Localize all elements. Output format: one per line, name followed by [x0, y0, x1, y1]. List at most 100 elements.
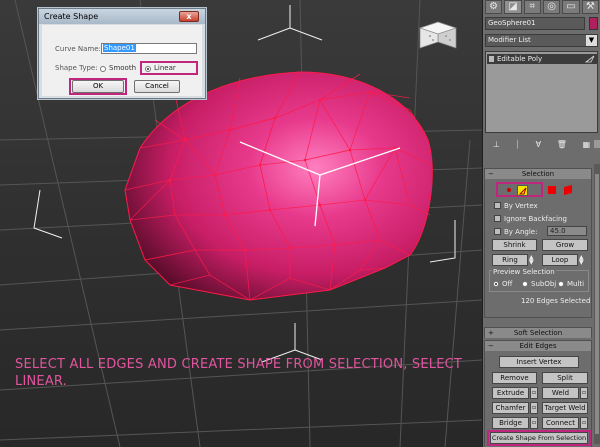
make-unique-icon[interactable]: ∀ — [536, 139, 541, 151]
scrollbar-thumb[interactable] — [595, 174, 599, 434]
tab-display[interactable]: ▭ — [562, 0, 580, 14]
weld-button[interactable]: Weld — [542, 387, 579, 399]
tab-modify[interactable]: ◪ — [504, 0, 522, 14]
selection-rollout-title[interactable]: − Selection — [485, 169, 591, 179]
preview-subobj-radio[interactable] — [522, 281, 528, 287]
object-name-field[interactable]: GeoSphere01 — [485, 17, 585, 30]
ok-button[interactable]: OK — [72, 80, 124, 93]
linear-label: Linear — [154, 64, 176, 72]
light-bulb-icon[interactable] — [489, 56, 494, 62]
tab-motion[interactable]: ◎ — [542, 0, 561, 14]
dialog-title: Create Shape — [44, 12, 99, 21]
cancel-button[interactable]: Cancel — [134, 80, 180, 93]
modifier-stack: Editable Poly — [485, 51, 598, 133]
shrink-button[interactable]: Shrink — [492, 239, 537, 251]
tab-utilities[interactable]: ⚒ — [581, 0, 599, 14]
connect-settings-icon[interactable]: ▫ — [580, 417, 588, 429]
by-vertex-checkbox[interactable] — [494, 202, 501, 209]
split-button[interactable]: Split — [542, 372, 588, 384]
preview-subobj-label: SubObj — [531, 280, 557, 288]
by-angle-checkbox[interactable] — [494, 228, 501, 235]
chamfer-settings-icon[interactable]: ▫ — [530, 402, 538, 414]
element-mode-icon[interactable] — [564, 184, 572, 196]
close-icon: x — [186, 12, 192, 21]
ignore-backfacing-checkbox[interactable] — [494, 215, 501, 222]
preview-multi-radio[interactable] — [558, 281, 564, 287]
collapse-icon: − — [488, 342, 494, 350]
dialog-titlebar[interactable]: Create Shape x — [39, 9, 205, 24]
panel-toggle-icon[interactable] — [594, 140, 600, 148]
utilities-icon: ⚒ — [585, 1, 595, 12]
selection-rollout: − Selection By Vertex Ignore Backfacing … — [484, 168, 592, 318]
remove-button[interactable]: Remove — [492, 372, 537, 384]
shape-type-label: Shape Type: — [55, 64, 98, 72]
edge-mode-button[interactable] — [517, 185, 528, 196]
command-panel: ⚙ ◪ ⌗ ◎ ▭ ⚒ GeoSphere01 Modifier List ▼ … — [482, 0, 600, 447]
target-weld-button[interactable]: Target Weld — [542, 402, 588, 414]
angle-spinner[interactable]: 45.0 — [547, 226, 587, 236]
extrude-settings-icon[interactable]: ▫ — [530, 387, 538, 399]
stack-item-editable-poly[interactable]: Editable Poly — [487, 54, 597, 64]
expand-icon: + — [488, 329, 494, 337]
extrude-button[interactable]: Extrude — [492, 387, 529, 399]
instruction-caption: SELECT ALL EDGES AND CREATE SHAPE FROM S… — [15, 357, 463, 389]
edge-icon — [518, 187, 527, 195]
collapse-icon: − — [488, 170, 494, 178]
curve-name-value: Shape01 — [103, 44, 136, 52]
loop-spinner-icon[interactable]: ▲ ▼ — [579, 255, 585, 266]
display-icon: ▭ — [566, 1, 576, 12]
motion-icon: ◎ — [547, 1, 557, 12]
viewcube-icon — [418, 21, 458, 49]
tab-create[interactable]: ⚙ — [485, 0, 503, 14]
curve-name-label: Curve Name: — [55, 45, 101, 53]
connect-button[interactable]: Connect — [542, 417, 579, 429]
preview-off-radio[interactable] — [493, 281, 499, 287]
soft-selection-title[interactable]: + Soft Selection — [485, 328, 591, 338]
panel-tabs: ⚙ ◪ ⌗ ◎ ▭ ⚒ — [485, 0, 599, 14]
grow-button[interactable]: Grow — [542, 239, 588, 251]
geosphere-mesh — [124, 71, 433, 301]
modify-icon: ◪ — [508, 1, 518, 12]
panel-scrollbar[interactable] — [594, 164, 600, 444]
insert-vertex-button[interactable]: Insert Vertex — [499, 356, 579, 368]
loop-button[interactable]: Loop — [542, 254, 578, 266]
ring-spinner-icon[interactable]: ▲ ▼ — [529, 255, 535, 266]
stack-item-label: Editable Poly — [497, 55, 543, 63]
edge-mode-icon — [585, 55, 595, 63]
gear-icon: ⚙ — [489, 1, 499, 12]
weld-settings-icon[interactable]: ▫ — [580, 387, 588, 399]
smooth-radio[interactable] — [100, 66, 106, 72]
show-end-result-icon[interactable]: ⏐ — [515, 139, 520, 151]
preview-multi-label: Multi — [567, 280, 585, 288]
selection-status: 120 Edges Selected — [521, 297, 591, 305]
linear-radio[interactable] — [145, 66, 151, 72]
edit-edges-title[interactable]: − Edit Edges — [485, 341, 591, 351]
dialog-body: Curve Name: Shape01 Shape Type: Smooth L… — [42, 25, 202, 96]
chamfer-button[interactable]: Chamfer — [492, 402, 529, 414]
by-vertex-label: By Vertex — [504, 202, 538, 210]
preview-selection-label: Preview Selection — [492, 268, 556, 276]
by-angle-label: By Angle: — [504, 228, 538, 236]
soft-selection-rollout: + Soft Selection — [484, 327, 592, 338]
preview-off-label: Off — [502, 280, 513, 288]
polygon-mode-icon[interactable] — [548, 186, 556, 194]
curve-name-input[interactable]: Shape01 — [101, 43, 197, 54]
hierarchy-icon: ⌗ — [529, 1, 536, 12]
bridge-button[interactable]: Bridge — [492, 417, 529, 429]
pin-stack-icon[interactable]: ⊥ — [493, 139, 500, 151]
stack-tools: ⊥ ⏐ ∀ 🗑 ▦ — [485, 139, 598, 151]
chevron-down-icon: ▼ — [586, 35, 597, 46]
create-shape-from-selection-button[interactable]: Create Shape From Selection — [490, 432, 588, 444]
edit-edges-rollout: − Edit Edges Insert Vertex Remove Split … — [484, 340, 592, 447]
create-shape-dialog: Create Shape x Curve Name: Shape01 Shape… — [38, 8, 206, 99]
bridge-settings-icon[interactable]: ▫ — [530, 417, 538, 429]
vertex-mode-icon[interactable] — [504, 186, 514, 194]
ring-button[interactable]: Ring — [492, 254, 528, 266]
object-color-swatch[interactable] — [589, 17, 598, 30]
close-button[interactable]: x — [179, 11, 199, 22]
modifier-list-dropdown[interactable]: Modifier List ▼ — [485, 34, 598, 47]
ignore-backfacing-label: Ignore Backfacing — [504, 215, 567, 223]
configure-sets-icon[interactable]: ▦ — [583, 139, 591, 151]
remove-modifier-icon[interactable]: 🗑 — [557, 139, 567, 151]
tab-hierarchy[interactable]: ⌗ — [523, 0, 541, 14]
